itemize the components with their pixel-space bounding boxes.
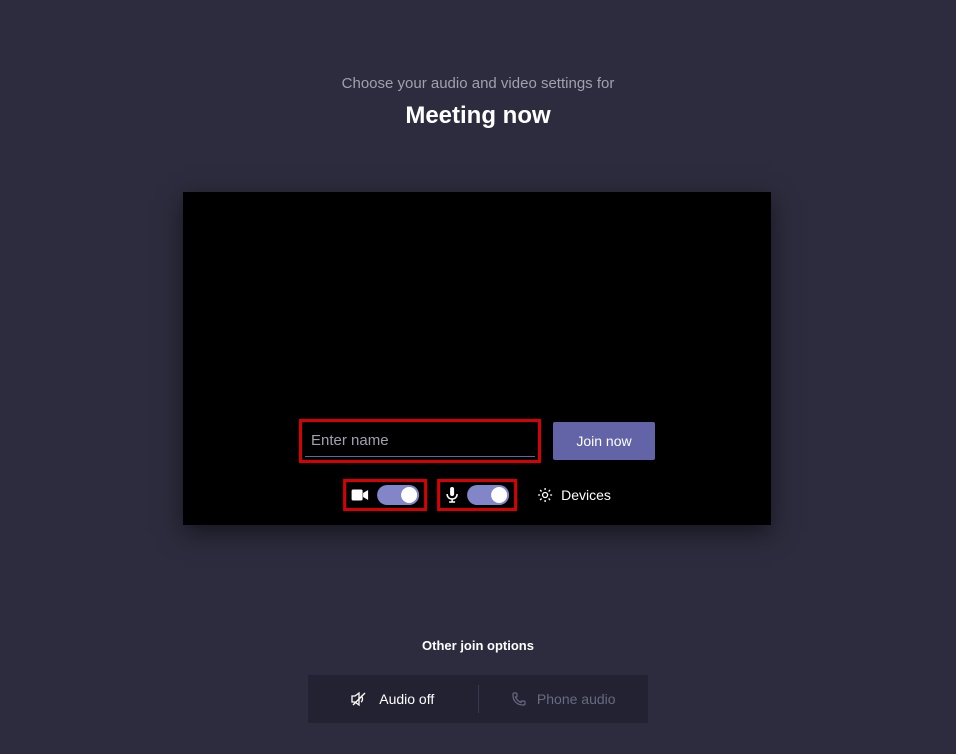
mic-toggle-highlight	[437, 479, 517, 511]
camera-toggle[interactable]	[377, 485, 419, 505]
other-options-row: Audio off Phone audio	[308, 675, 648, 723]
devices-button[interactable]: Devices	[537, 487, 611, 503]
camera-icon	[351, 488, 369, 502]
page-title: Meeting now	[0, 102, 956, 130]
phone-icon	[511, 691, 527, 707]
video-preview-panel: Join now	[183, 192, 771, 525]
gear-icon	[537, 487, 553, 503]
header-subtitle: Choose your audio and video settings for	[0, 75, 956, 92]
camera-toggle-highlight	[343, 479, 427, 511]
audio-off-button[interactable]: Audio off	[308, 675, 478, 723]
join-now-button[interactable]: Join now	[553, 422, 655, 460]
other-options-title: Other join options	[308, 638, 648, 653]
name-input[interactable]	[305, 425, 535, 457]
name-input-highlight	[299, 419, 541, 463]
phone-audio-button[interactable]: Phone audio	[479, 675, 649, 723]
devices-label: Devices	[561, 487, 611, 503]
microphone-icon	[445, 486, 459, 504]
phone-audio-label: Phone audio	[537, 691, 616, 707]
speaker-off-icon	[351, 691, 369, 707]
toggle-knob	[401, 487, 417, 503]
mic-toggle[interactable]	[467, 485, 509, 505]
audio-off-label: Audio off	[379, 691, 434, 707]
toggle-knob	[491, 487, 507, 503]
